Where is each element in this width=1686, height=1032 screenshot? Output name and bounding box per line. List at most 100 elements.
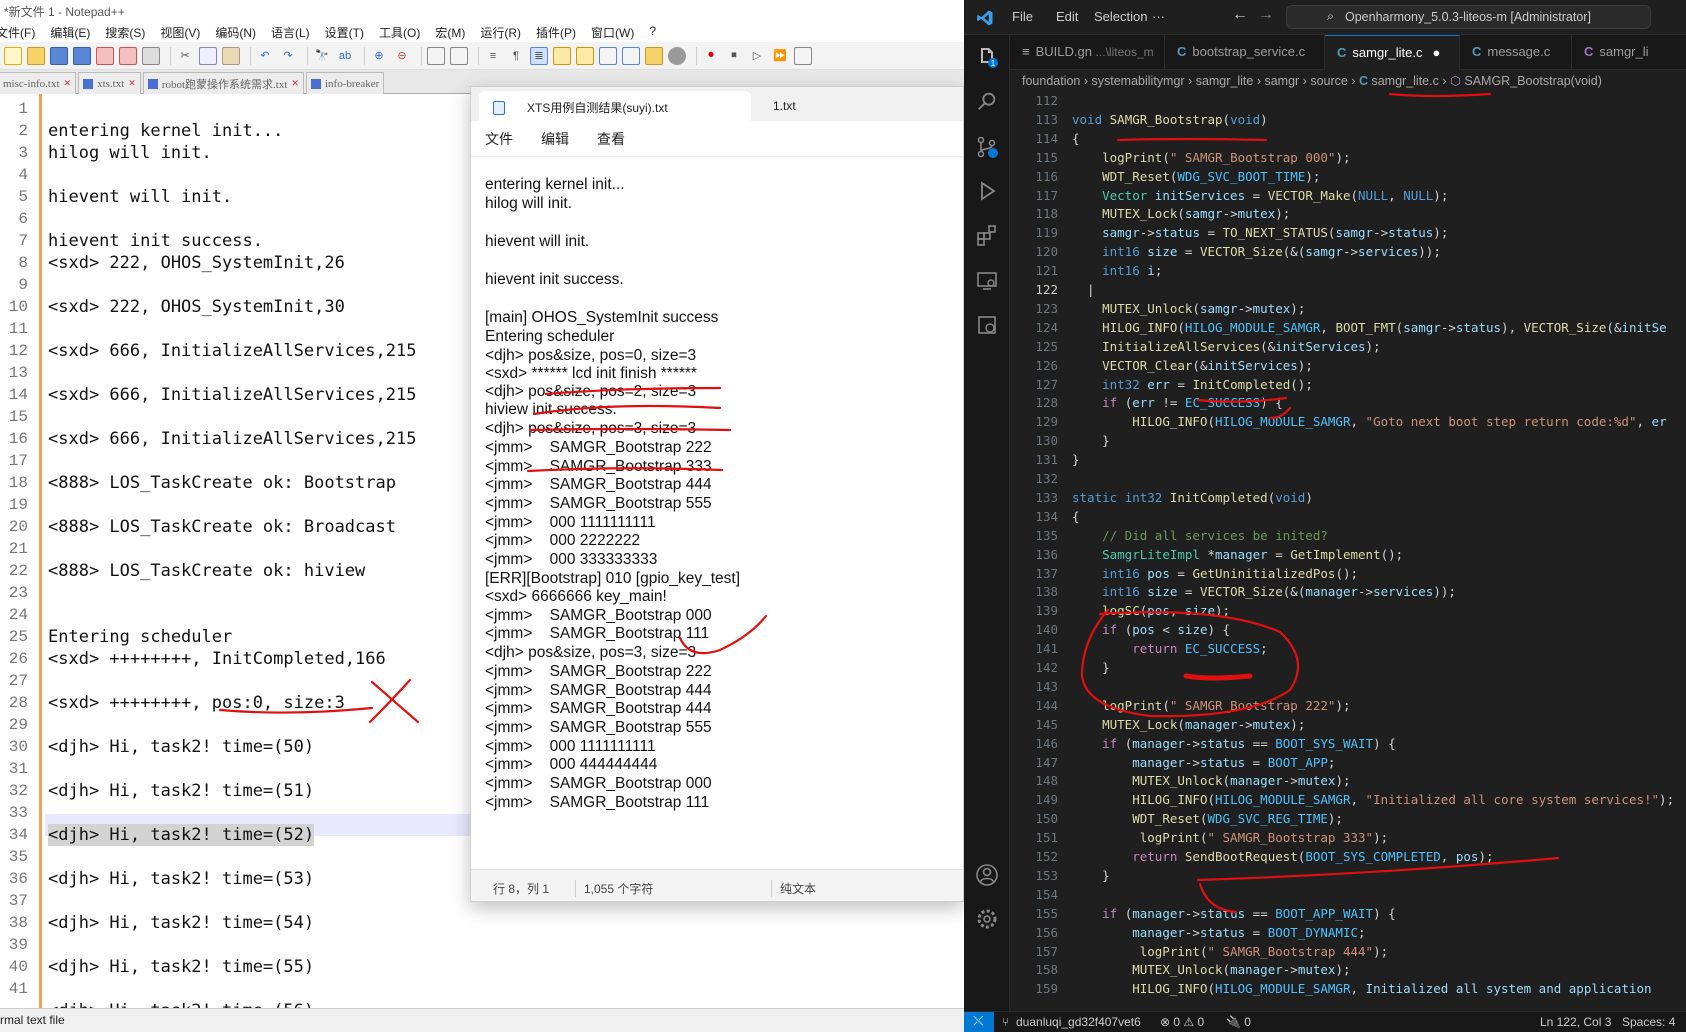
npp-menu-file[interactable]: 文件(F): [0, 22, 35, 42]
notepad-tab-1txt[interactable]: 1.txt: [761, 91, 941, 121]
tab-samgr-lite[interactable]: Csamgr_lite.c ●: [1325, 35, 1460, 70]
breadcrumb-item[interactable]: samgr: [1264, 74, 1299, 88]
account-icon[interactable]: [973, 861, 1001, 889]
undo-icon[interactable]: ↶: [256, 47, 274, 65]
paste-icon[interactable]: [222, 46, 240, 65]
notepad-menu-edit[interactable]: 编辑: [541, 129, 569, 149]
cut-icon[interactable]: ✂: [176, 47, 194, 65]
close-icon[interactable]: ✕: [128, 78, 136, 89]
status-cursor-position[interactable]: Ln 122, Col 3: [1540, 1015, 1611, 1029]
notepad-menu-file[interactable]: 文件: [485, 129, 513, 149]
status-indentation[interactable]: Spaces: 4: [1622, 1015, 1675, 1029]
monitoring-icon[interactable]: [668, 46, 686, 65]
search-icon[interactable]: [973, 87, 1001, 115]
testing-icon[interactable]: [973, 311, 1001, 339]
npp-menu-plugins[interactable]: 插件(P): [536, 22, 576, 42]
vscode-menu-file[interactable]: File: [1012, 9, 1033, 24]
new-file-icon[interactable]: [4, 46, 22, 65]
npp-menu-window[interactable]: 窗口(W): [591, 22, 634, 42]
breadcrumb-item[interactable]: SAMGR_Bootstrap(void): [1464, 74, 1602, 88]
tab-bootstrap-service[interactable]: Cbootstrap_service.c: [1165, 35, 1325, 70]
play-macro-icon[interactable]: ▷: [748, 47, 766, 65]
vscode-menu-selection[interactable]: Selection: [1094, 9, 1147, 24]
npp-menu-run[interactable]: 运行(R): [480, 22, 521, 42]
settings-gear-icon[interactable]: [973, 905, 1001, 933]
forward-arrow-icon[interactable]: →: [1258, 6, 1274, 24]
text-line: Entering scheduler: [485, 328, 615, 345]
breadcrumb-item[interactable]: foundation: [1022, 74, 1080, 88]
explorer-icon[interactable]: 1: [973, 43, 1001, 71]
function-list-icon[interactable]: [622, 46, 640, 65]
close-all-icon[interactable]: [119, 46, 137, 65]
redo-icon[interactable]: ↷: [279, 47, 297, 65]
print-icon[interactable]: [142, 46, 160, 65]
tab-message[interactable]: Cmessage.c: [1460, 35, 1572, 70]
back-arrow-icon[interactable]: ←: [1232, 6, 1248, 24]
npp-menu-encoding[interactable]: 编码(N): [215, 22, 256, 42]
breadcrumb-item[interactable]: samgr_lite.c: [1371, 74, 1438, 88]
sync-horizontal-icon[interactable]: [450, 46, 468, 65]
npp-menu-view[interactable]: 视图(V): [160, 22, 200, 42]
extensions-icon[interactable]: [973, 221, 1001, 249]
indent-guide-icon[interactable]: ≣: [530, 46, 548, 65]
copy-icon[interactable]: [199, 46, 217, 65]
breadcrumb-item[interactable]: systemabilitymgr: [1092, 74, 1185, 88]
status-branch[interactable]: duanluqi_gd32f407vet6: [1016, 1015, 1141, 1029]
zoom-in-icon[interactable]: ⊕: [370, 47, 388, 65]
run-macro-multiple-icon[interactable]: ⏩: [771, 47, 789, 65]
npp-menu-macro[interactable]: 宏(M): [435, 22, 465, 42]
npp-menu-language[interactable]: 语言(L): [271, 22, 310, 42]
npp-menu-help[interactable]: ?: [649, 22, 656, 42]
command-center-search[interactable]: ⌕ Openharmony_5.0.3-liteos-m [Administra…: [1286, 5, 1651, 29]
vscode-menu-edit[interactable]: Edit: [1056, 9, 1078, 24]
line-number: 155: [1035, 905, 1058, 921]
status-problems[interactable]: ⊗ 0 ⚠ 0: [1160, 1015, 1204, 1029]
run-debug-icon[interactable]: [973, 177, 1001, 205]
npp-menu-edit[interactable]: 编辑(E): [50, 22, 90, 42]
tab-samgr-li[interactable]: Csamgr_li: [1572, 35, 1686, 70]
zoom-out-icon[interactable]: ⊖: [393, 47, 411, 65]
npp-menu-search[interactable]: 搜索(S): [105, 22, 145, 42]
word-wrap-icon[interactable]: ≡: [484, 47, 502, 65]
line-number: 118: [1035, 206, 1058, 222]
unsaved-dot-icon[interactable]: ●: [1432, 45, 1440, 60]
notepad-tab-xts[interactable]: XTS用例自测结果(suyi).txt: [479, 91, 751, 121]
npp-tab-xts[interactable]: xts.txt ✕: [78, 72, 141, 94]
stop-macro-icon[interactable]: ⏹: [725, 47, 743, 65]
breadcrumb-item[interactable]: source: [1310, 74, 1348, 88]
npp-menu-settings[interactable]: 设置(T): [325, 22, 364, 42]
udl-icon[interactable]: [553, 46, 571, 65]
close-file-icon[interactable]: [96, 46, 114, 65]
line-number: 25: [8, 628, 28, 646]
notepad-menu-view[interactable]: 查看: [597, 129, 625, 149]
notepad-text-area[interactable]: entering kernel init... hilog will init. h…: [471, 157, 963, 869]
replace-icon[interactable]: ab: [336, 47, 354, 65]
npp-tab-info-breaker[interactable]: info-breaker: [305, 72, 385, 94]
open-folder-icon[interactable]: [27, 46, 45, 65]
folder-workspace-icon[interactable]: [645, 46, 663, 65]
show-all-chars-icon[interactable]: ¶: [507, 47, 525, 65]
tab-build-gn[interactable]: ≡ BUILD.gn ...\liteos_m: [1010, 35, 1165, 70]
notepad-status-position: 行 8，列 1: [493, 882, 550, 896]
doc-map-icon[interactable]: [576, 46, 594, 65]
npp-menu-tools[interactable]: 工具(O): [379, 22, 420, 42]
remote-explorer-icon[interactable]: [973, 267, 1001, 295]
source-control-icon[interactable]: [973, 133, 1001, 161]
status-ports[interactable]: 🔌 0: [1226, 1015, 1251, 1029]
vscode-menu-more[interactable]: ···: [1152, 9, 1165, 24]
record-macro-icon[interactable]: ⏺: [702, 47, 720, 65]
save-macro-icon[interactable]: [794, 46, 812, 65]
npp-tab-robot[interactable]: robot跑蒙操作系统需求.txt ✕: [142, 72, 304, 94]
breadcrumb-item[interactable]: samgr_lite: [1196, 74, 1254, 88]
find-icon[interactable]: 🔭: [313, 47, 331, 65]
npp-tab-misc-info[interactable]: misc-info.txt ✕: [0, 72, 77, 94]
save-all-icon[interactable]: [73, 46, 91, 65]
vscode-code-editor[interactable]: void SAMGR_Bootstrap(void) { logPrint(" S…: [1072, 92, 1686, 1011]
doc-list-icon[interactable]: [599, 46, 617, 65]
close-icon[interactable]: ✕: [291, 78, 299, 89]
code-line: <djh> Hi, task2! time=(53): [48, 869, 315, 889]
remote-indicator-icon[interactable]: ⤬: [964, 1012, 994, 1032]
sync-vertical-icon[interactable]: [427, 46, 445, 65]
close-icon[interactable]: ✕: [64, 78, 72, 89]
save-icon[interactable]: [50, 46, 68, 65]
